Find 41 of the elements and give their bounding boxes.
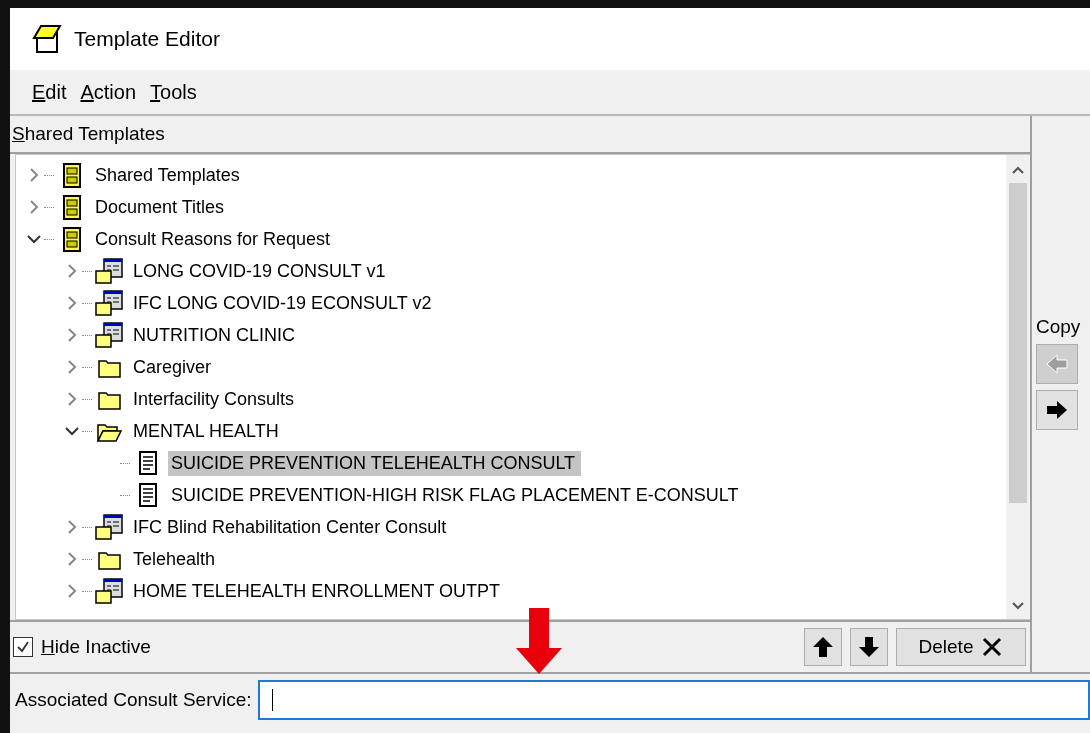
right-arrow-icon — [1045, 399, 1069, 421]
tree-item[interactable]: SUICIDE PREVENTION-HIGH RISK FLAG PLACEMENT E-CONSULT — [168, 482, 745, 508]
tree-item[interactable]: Shared Templates — [92, 162, 246, 188]
tree-item[interactable]: NUTRITION CLINIC — [130, 322, 301, 348]
move-up-button[interactable] — [804, 628, 842, 666]
down-arrow-icon — [857, 635, 881, 659]
copy-label: Copy — [1036, 316, 1082, 338]
form-folder-icon — [94, 289, 124, 317]
tree-item[interactable]: MENTAL HEALTH — [130, 418, 285, 444]
close-icon — [981, 636, 1004, 658]
form-folder-icon — [94, 257, 124, 285]
tree-item[interactable]: SUICIDE PREVENTION TELEHEALTH CONSULT — [168, 450, 582, 476]
panel-label: Shared Templates — [12, 123, 165, 145]
tree-item[interactable]: Document Titles — [92, 194, 231, 220]
tree-item[interactable]: HOME TELEHEALTH ENROLLMENT OUTPT — [130, 578, 507, 604]
form-folder-icon — [94, 577, 124, 605]
left-arrow-icon — [1045, 353, 1069, 375]
annotation-arrow — [515, 608, 563, 674]
tree-item[interactable]: IFC LONG COVID-19 ECONSULT v2 — [130, 290, 438, 316]
up-arrow-icon — [811, 635, 835, 659]
menu-item[interactable]: Action — [80, 80, 137, 104]
tree-item[interactable]: Consult Reasons for Request — [92, 226, 337, 252]
tree-item[interactable]: IFC Blind Rehabilitation Center Consult — [130, 514, 453, 540]
notebook-icon — [30, 24, 64, 54]
copy-right-button[interactable] — [1036, 390, 1078, 430]
checkbox-label[interactable]: Hide Inactive — [41, 636, 151, 658]
scrollbar-thumb[interactable] — [1009, 183, 1027, 503]
move-down-button[interactable] — [850, 628, 888, 666]
scrollbar[interactable] — [1006, 155, 1030, 619]
tree-item[interactable]: Telehealth — [130, 546, 222, 572]
consult-service-field[interactable] — [257, 680, 1090, 720]
delete-button[interactable]: Delete — [896, 628, 1026, 666]
menu-item[interactable]: Tools — [150, 80, 197, 104]
menu-item[interactable]: Edit — [32, 80, 67, 104]
tree-item[interactable]: LONG COVID-19 CONSULT v1 — [130, 258, 392, 284]
form-folder-icon — [94, 321, 124, 349]
window-title: Template Editor — [74, 27, 220, 51]
form-folder-icon — [94, 513, 124, 541]
tree-item[interactable]: Interfacility Consults — [130, 386, 301, 412]
tree-item[interactable]: Caregiver — [130, 354, 218, 380]
field-label: Associated Consult Service: — [15, 689, 252, 711]
